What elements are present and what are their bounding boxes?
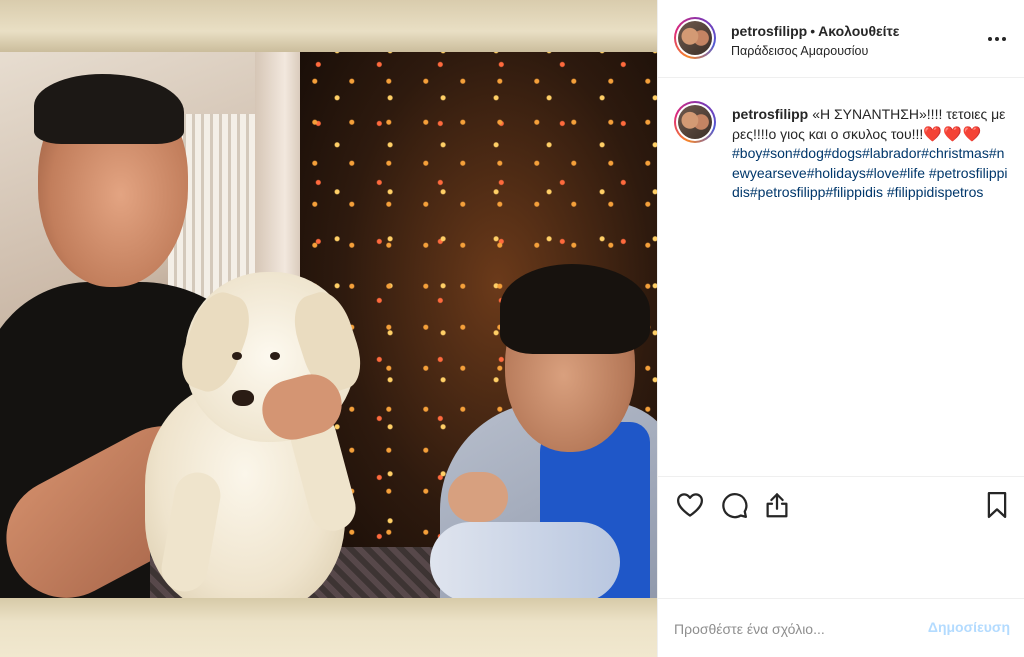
caption-text: petrosfilipp «Η ΣΥΝΑΝΤΗΣΗ»!!!! τετοιες με… bbox=[732, 105, 1012, 203]
caption-avatar[interactable] bbox=[674, 101, 716, 143]
bookmark-icon[interactable] bbox=[982, 490, 1012, 520]
caption-hearts: ❤️❤️❤️ bbox=[923, 125, 983, 143]
comment-input[interactable] bbox=[674, 617, 914, 641]
follow-status-button[interactable]: Ακολουθείτε bbox=[818, 23, 899, 39]
caption-username[interactable]: petrosfilipp bbox=[732, 106, 808, 122]
photo-boy-hair bbox=[500, 264, 650, 354]
action-bar bbox=[658, 476, 1024, 532]
photo-puppy-eye bbox=[270, 352, 280, 360]
post-image[interactable] bbox=[0, 0, 657, 657]
post-location[interactable]: Παράδεισος Αμαρουσίου bbox=[731, 44, 981, 58]
share-upload-icon[interactable] bbox=[762, 490, 792, 520]
photo-frame-bottom bbox=[0, 598, 657, 657]
photo-puppy-nose bbox=[232, 390, 254, 406]
add-comment-section: Δημοσίευση bbox=[658, 598, 1024, 657]
heart-outline-icon[interactable] bbox=[675, 490, 705, 520]
photo-puppy-eye bbox=[232, 352, 242, 360]
photo-print bbox=[0, 52, 657, 598]
post-side-panel: petrosfilipp • Ακολουθείτε Παράδεισος Αμαρ… bbox=[657, 0, 1024, 657]
caption-hashtags[interactable]: #boy#son#dog#dogs#labrador#christmas#new… bbox=[732, 145, 1008, 200]
photo-frame-top bbox=[0, 0, 657, 52]
header-username[interactable]: petrosfilipp bbox=[731, 23, 807, 39]
photo-boy-legs bbox=[430, 522, 620, 598]
profile-avatar[interactable] bbox=[674, 17, 716, 59]
photo-boy-hand bbox=[448, 472, 508, 522]
comment-bubble-icon[interactable] bbox=[719, 490, 749, 520]
post-comment-button[interactable]: Δημοσίευση bbox=[928, 619, 1010, 635]
post-header: petrosfilipp • Ακολουθείτε Παράδεισος Αμαρ… bbox=[658, 0, 1024, 78]
header-separator: • bbox=[810, 23, 816, 39]
more-options-icon[interactable] bbox=[988, 30, 1008, 46]
header-text: petrosfilipp • Ακολουθείτε Παράδεισος Αμαρ… bbox=[731, 23, 981, 58]
